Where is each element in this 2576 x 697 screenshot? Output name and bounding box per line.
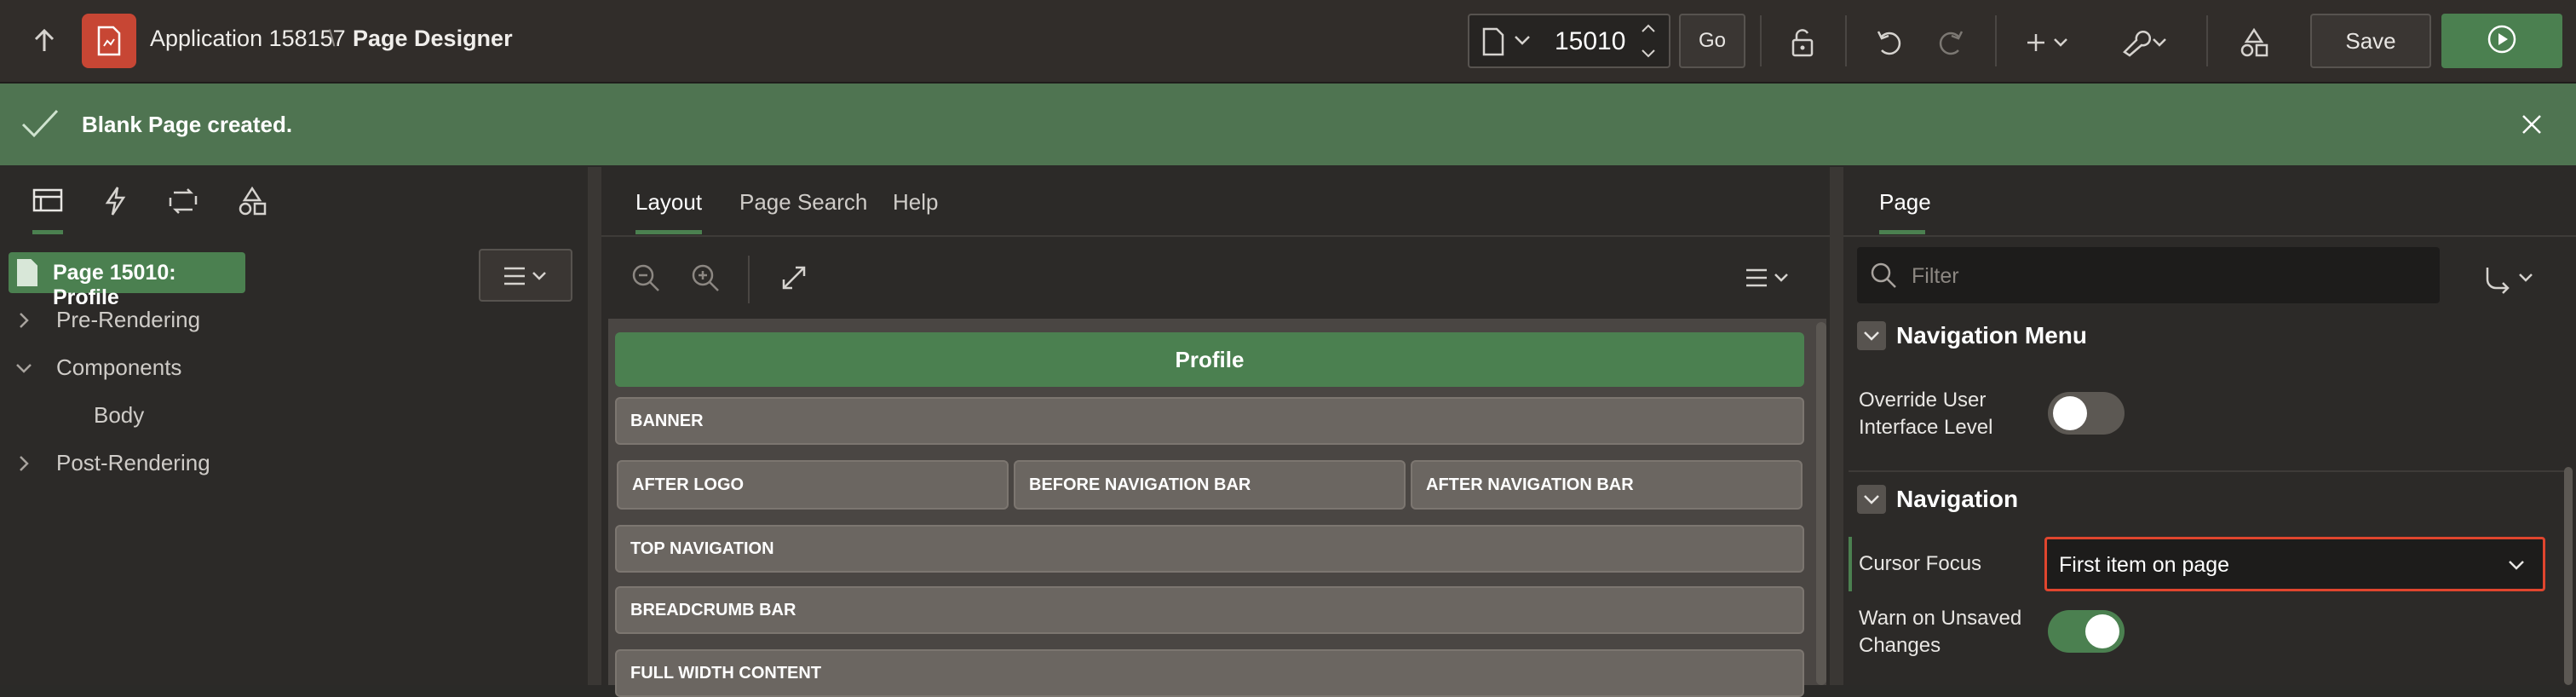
tree-item-pre-rendering[interactable]: Pre-Rendering: [56, 307, 200, 333]
banner-message: Blank Page created.: [82, 112, 293, 137]
tree-item-page-label: Page 15010: Profile: [53, 261, 176, 309]
layout-menu-icon[interactable]: [1745, 268, 1796, 292]
redo-icon[interactable]: [1930, 22, 1971, 63]
panel-splitter[interactable]: [588, 167, 601, 685]
breadcrumb-separator: \: [329, 26, 336, 51]
region-after-logo[interactable]: AFTER LOGO: [617, 460, 1009, 510]
toolbar-divider: [1995, 15, 1997, 66]
zoom-out-icon[interactable]: [630, 262, 661, 297]
hamburger-icon: [503, 266, 554, 291]
top-toolbar: Application 158157 \ Page Designer 15010…: [0, 0, 2576, 84]
region-full-width-content[interactable]: FULL WIDTH CONTENT: [615, 649, 1804, 697]
cursor-focus-value: First item on page: [2059, 553, 2230, 577]
breadcrumb-app[interactable]: Application 158157: [150, 26, 346, 52]
chevron-down-icon[interactable]: [1514, 34, 1531, 50]
tree-item-page[interactable]: Page 15010: Profile: [9, 252, 245, 309]
tab-underline: [32, 230, 63, 234]
run-button[interactable]: [2441, 14, 2562, 68]
shared-components-tab-icon[interactable]: [237, 186, 267, 221]
region-top-navigation[interactable]: TOP NAVIGATION: [615, 525, 1804, 573]
zoom-in-icon[interactable]: [690, 262, 721, 297]
tab-divider: [601, 235, 1830, 237]
page-icon[interactable]: [1481, 27, 1505, 60]
play-icon: [2487, 24, 2517, 59]
chevron-down-icon[interactable]: [14, 361, 34, 379]
lock-icon[interactable]: [1782, 22, 1823, 63]
toggle-knob: [2053, 396, 2087, 430]
warn-unsaved-toggle[interactable]: [2048, 610, 2125, 653]
page-name-bar[interactable]: Profile: [615, 332, 1804, 387]
lightning-icon[interactable]: [102, 186, 128, 221]
region-after-navigation-bar[interactable]: AFTER NAVIGATION BAR: [1411, 460, 1803, 510]
page-number-input[interactable]: 15010: [1555, 27, 1625, 56]
toolbar-divider: [748, 256, 750, 303]
region-banner[interactable]: BANNER: [615, 397, 1804, 445]
region-breadcrumb-bar[interactable]: BREADCRUMB BAR: [615, 586, 1804, 634]
cursor-focus-select[interactable]: First item on page: [2044, 537, 2545, 591]
plus-icon[interactable]: [2024, 22, 2075, 63]
tree-item-body[interactable]: Body: [94, 402, 144, 429]
application-icon[interactable]: [82, 14, 136, 68]
toolbar-divider: [1845, 15, 1847, 66]
chevron-down-icon: [2507, 558, 2526, 576]
rendering-tree-panel: Page 15010: Profile Pre-Rendering Compon…: [0, 167, 588, 685]
section-divider: [1849, 470, 2573, 472]
rendering-tab-icon[interactable]: [32, 187, 63, 217]
section-navigation: Navigation: [1896, 486, 2019, 512]
tab-divider: [1843, 235, 2576, 237]
up-arrow-icon[interactable]: [26, 22, 63, 60]
active-property-indicator: [1849, 537, 1852, 591]
filter-placeholder: Filter: [1912, 264, 1959, 288]
undo-icon[interactable]: [1869, 22, 1910, 63]
tab-help[interactable]: Help: [893, 189, 938, 216]
warn-unsaved-label-line2: Changes: [1859, 634, 1941, 657]
page-selector[interactable]: 15010: [1468, 14, 1670, 68]
section-navigation-menu: Navigation Menu: [1896, 322, 2088, 348]
page-icon: [15, 258, 39, 291]
panel-splitter[interactable]: [1830, 167, 1843, 685]
collapse-navigation-menu-button[interactable]: [1857, 321, 1886, 350]
tab-underline: [635, 230, 702, 234]
tree-menu-button[interactable]: [479, 249, 572, 302]
override-ui-label-line2: Interface Level: [1859, 416, 1993, 439]
page-title: Page Designer: [353, 26, 513, 51]
close-icon[interactable]: [2520, 112, 2544, 141]
processing-icon[interactable]: [167, 186, 199, 221]
toolbar-divider: [1760, 15, 1762, 66]
override-ui-toggle[interactable]: [2048, 392, 2125, 435]
tab-page[interactable]: Page: [1879, 189, 1931, 216]
tree-item-post-rendering[interactable]: Post-Rendering: [56, 450, 210, 476]
save-button[interactable]: Save: [2310, 14, 2431, 68]
toolbar-divider: [2206, 15, 2208, 66]
layout-scrollbar[interactable]: [1816, 322, 1826, 685]
expand-icon[interactable]: [780, 264, 808, 296]
chevron-right-icon[interactable]: [17, 310, 31, 335]
stepper-up-icon[interactable]: [1640, 22, 1657, 38]
go-button[interactable]: Go: [1679, 14, 1745, 68]
shared-components-icon[interactable]: [2232, 22, 2276, 63]
tab-page-search[interactable]: Page Search: [739, 189, 867, 216]
filter-input[interactable]: Filter: [1857, 247, 2440, 303]
tab-layout[interactable]: Layout: [635, 189, 702, 216]
property-scrollbar[interactable]: [2564, 467, 2573, 685]
search-icon: [1869, 261, 1898, 294]
override-ui-label: Override User: [1859, 389, 1987, 412]
toggle-knob: [2085, 614, 2119, 648]
collapse-navigation-button[interactable]: [1857, 485, 1886, 514]
region-before-navigation-bar[interactable]: BEFORE NAVIGATION BAR: [1014, 460, 1406, 510]
success-banner: Blank Page created.: [0, 84, 2576, 165]
tab-underline: [1879, 230, 1925, 234]
cursor-focus-label: Cursor Focus: [1859, 552, 1982, 575]
go-to-group-icon[interactable]: [2484, 264, 2539, 299]
chevron-right-icon[interactable]: [17, 453, 31, 478]
tree-item-components[interactable]: Components: [56, 354, 181, 381]
wrench-icon[interactable]: [2118, 22, 2172, 63]
warn-unsaved-label: Warn on Unsaved: [1859, 607, 2022, 630]
checkmark-icon: [20, 107, 60, 144]
stepper-down-icon[interactable]: [1640, 48, 1657, 64]
